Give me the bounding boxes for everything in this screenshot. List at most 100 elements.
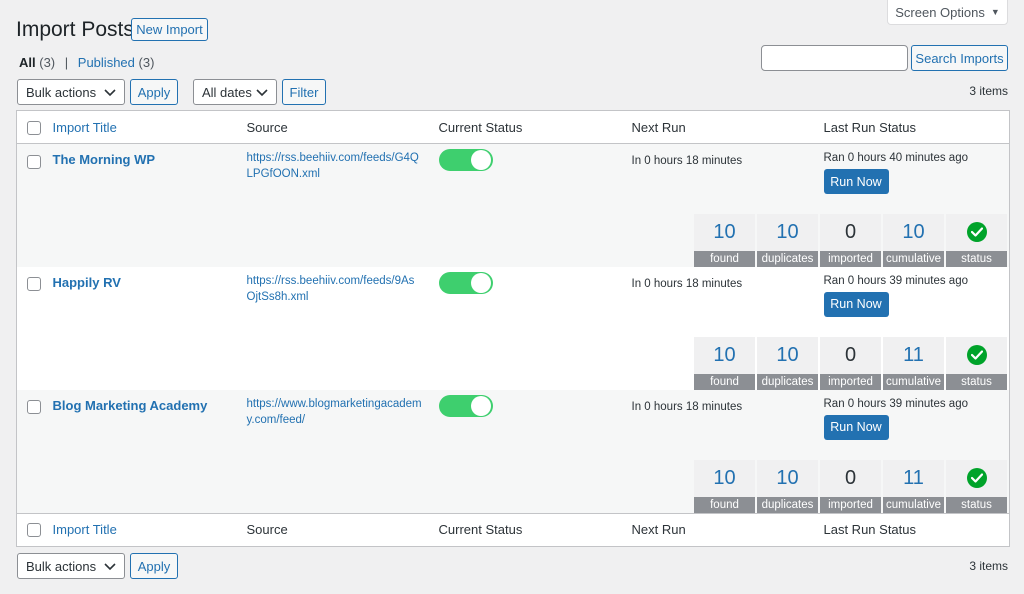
stat-found-value: 10	[694, 336, 755, 374]
stat-cumulative: 10 cumulative	[883, 213, 944, 267]
stat-found-value: 10	[694, 213, 755, 251]
row-title-link[interactable]: Blog Marketing Academy	[53, 398, 208, 413]
table-footer-row: Import Title Source Current Status Next …	[16, 512, 1010, 546]
last-run-text: Ran 0 hours 40 minutes ago	[823, 152, 968, 164]
stat-status: status	[946, 336, 1007, 390]
column-source: Source	[246, 110, 439, 144]
filter-button[interactable]: Filter	[282, 79, 326, 105]
caret-down-icon: ▼	[990, 7, 1000, 17]
column-next-run: Next Run	[631, 110, 824, 144]
chevron-down-icon	[104, 559, 116, 574]
source-link[interactable]: https://www.blogmarketingacademy.com/fee…	[247, 396, 423, 428]
stat-imported: 0 imported	[820, 213, 881, 267]
stat-duplicates-value: 10	[757, 459, 818, 497]
row-checkbox[interactable]	[27, 400, 41, 415]
run-now-button[interactable]: Run Now	[823, 169, 889, 194]
stat-status-value	[946, 459, 1007, 497]
next-run-text: In 0 hours 18 minutes	[631, 400, 743, 413]
toggle-knob	[470, 150, 491, 170]
stat-cumulative: 11 cumulative	[883, 459, 944, 513]
run-now-button[interactable]: Run Now	[823, 291, 889, 317]
select-all-checkbox[interactable]	[27, 120, 41, 135]
stat-duplicates-value: 10	[757, 213, 818, 251]
filter-all-link[interactable]: All (3)	[19, 55, 55, 70]
apply-button-bottom[interactable]: Apply	[130, 553, 178, 579]
checkmark-circle-icon	[966, 222, 987, 242]
column-last-run-status: Last Run Status	[823, 110, 1010, 144]
chevron-down-icon	[256, 85, 268, 100]
table-row-stats: 10 found 10 duplicates 0 imported 11 cum…	[16, 459, 1010, 513]
stat-status: status	[946, 459, 1007, 513]
column-import-title[interactable]: Import Title	[53, 120, 117, 135]
stat-found-label: found	[694, 496, 755, 513]
stat-duplicates-label: duplicates	[757, 496, 818, 513]
stat-found-label: found	[694, 373, 755, 390]
row-title-link[interactable]: The Morning WP	[53, 152, 156, 167]
screen-options-label: Screen Options	[895, 4, 985, 20]
search-imports-button[interactable]: Search Imports	[911, 45, 1008, 71]
bulk-actions-select-top[interactable]: Bulk actions	[17, 79, 125, 105]
stat-status: status	[946, 213, 1007, 267]
stat-duplicates: 10 duplicates	[757, 459, 818, 513]
stat-cumulative-value: 11	[883, 336, 944, 374]
run-now-button[interactable]: Run Now	[823, 414, 889, 440]
stat-imported-label: imported	[820, 496, 881, 513]
table-row: Blog Marketing Academy https://www.blogm…	[16, 389, 1010, 460]
source-link[interactable]: https://rss.beehiiv.com/feeds/G4QLPGfOON…	[247, 150, 423, 182]
items-count-top: 3 items	[969, 84, 1008, 98]
next-run-text: In 0 hours 18 minutes	[631, 155, 743, 167]
status-toggle[interactable]	[438, 149, 493, 171]
bulk-actions-value: Bulk actions	[26, 84, 97, 100]
stat-status-value	[946, 213, 1007, 251]
filter-separator: |	[64, 55, 69, 70]
column-current-status-footer: Current Status	[438, 512, 632, 546]
status-toggle[interactable]	[438, 271, 493, 294]
stat-cumulative-value: 11	[883, 459, 944, 497]
filter-published-link[interactable]: Published (3)	[78, 55, 155, 70]
stat-status-value	[946, 336, 1007, 374]
checkmark-circle-icon	[966, 468, 987, 488]
stat-found: 10 found	[694, 459, 755, 513]
column-last-run-status-footer: Last Run Status	[823, 512, 1010, 546]
table-header-row: Import Title Source Current Status Next …	[16, 110, 1010, 144]
items-count-bottom: 3 items	[969, 559, 1008, 573]
stat-status-label: status	[946, 373, 1007, 390]
table-row-stats: 10 found 10 duplicates 0 imported 11 cum…	[17, 336, 1010, 390]
stat-imported-value: 0	[820, 459, 881, 497]
source-link[interactable]: https://rss.beehiiv.com/feeds/9AsOjtSs8h…	[247, 273, 423, 305]
dates-select[interactable]: All dates	[193, 79, 277, 105]
row-checkbox[interactable]	[27, 277, 41, 292]
bulk-actions-select-bottom[interactable]: Bulk actions	[17, 553, 125, 579]
stat-found-value: 10	[694, 459, 755, 497]
stat-found-label: found	[694, 250, 755, 267]
run-stats: 10 found 10 duplicates 0 imported 11 cum…	[17, 336, 1007, 390]
toggle-knob	[470, 272, 491, 293]
status-toggle[interactable]	[438, 394, 493, 417]
page-title: Import Posts	[16, 18, 134, 41]
stat-found: 10 found	[694, 336, 755, 390]
column-import-title-footer[interactable]: Import Title	[53, 522, 117, 537]
stat-duplicates: 10 duplicates	[757, 213, 818, 267]
stat-cumulative-label: cumulative	[883, 250, 944, 267]
stat-duplicates-label: duplicates	[757, 250, 818, 267]
bulk-actions-value-bottom: Bulk actions	[26, 558, 97, 574]
stat-duplicates-value: 10	[757, 336, 818, 374]
stat-imported-label: imported	[820, 250, 881, 267]
table-row: The Morning WP https://rss.beehiiv.com/f…	[16, 143, 1010, 214]
row-title-link[interactable]: Happily RV	[53, 275, 121, 290]
last-run-text: Ran 0 hours 39 minutes ago	[823, 397, 968, 410]
apply-button-top[interactable]: Apply	[130, 79, 178, 105]
stat-imported: 0 imported	[820, 336, 881, 390]
select-all-checkbox-footer[interactable]	[27, 523, 41, 538]
chevron-down-icon	[104, 85, 116, 100]
new-import-button[interactable]: New Import	[131, 18, 208, 41]
stat-cumulative-label: cumulative	[883, 496, 944, 513]
table-row: Happily RV https://rss.beehiiv.com/feeds…	[17, 267, 1010, 337]
row-checkbox[interactable]	[27, 154, 41, 169]
column-next-run-footer: Next Run	[631, 512, 824, 546]
stat-imported: 0 imported	[820, 459, 881, 513]
screen-options-button[interactable]: Screen Options ▼	[887, 0, 1008, 25]
search-input[interactable]	[761, 45, 908, 71]
stat-cumulative-label: cumulative	[883, 373, 944, 390]
stat-cumulative: 11 cumulative	[883, 336, 944, 390]
